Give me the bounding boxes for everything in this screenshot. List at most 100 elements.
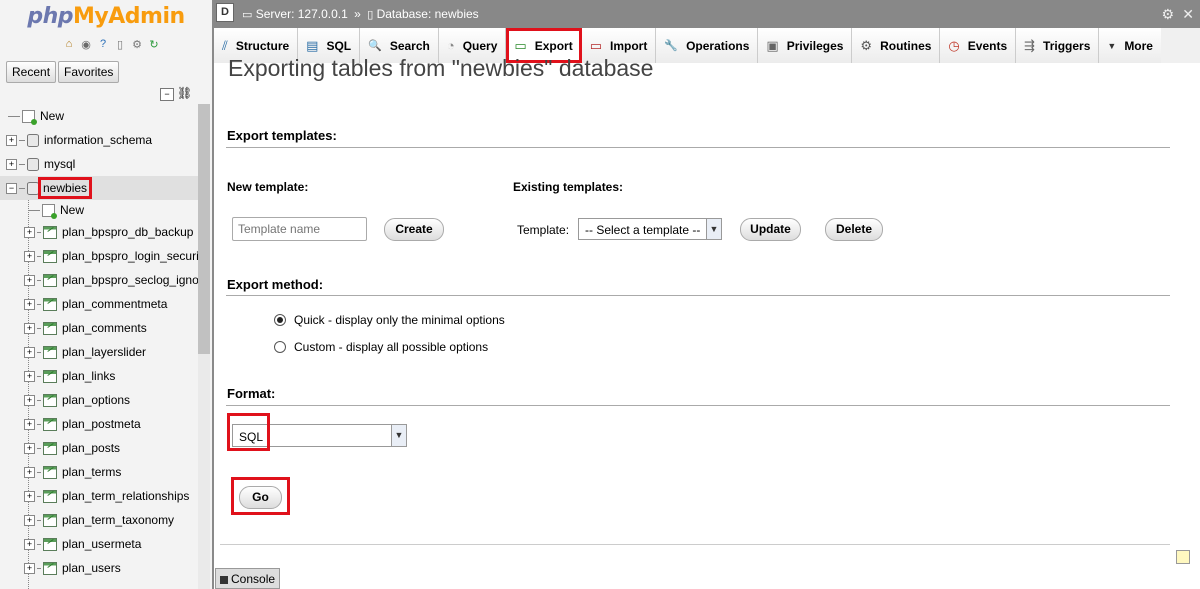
expand-icon[interactable]: +: [24, 538, 35, 550]
expand-icon[interactable]: +: [24, 370, 35, 382]
expand-icon[interactable]: +: [24, 250, 35, 262]
tree-item-table[interactable]: + plan_posts: [0, 436, 198, 460]
close-icon[interactable]: ✕: [1182, 6, 1194, 23]
settings-icon[interactable]: ⚙: [130, 37, 144, 51]
favorites-button[interactable]: Favorites: [58, 61, 120, 83]
radio-custom[interactable]: [274, 341, 286, 353]
expand-icon[interactable]: +: [24, 298, 35, 310]
collapse-sidebar-icon[interactable]: D: [216, 3, 234, 22]
chevron-down-icon: ▼: [391, 425, 406, 446]
tree-line: [37, 303, 41, 305]
home-icon[interactable]: ⌂: [62, 37, 76, 51]
tree-item-table[interactable]: + plan_bpspro_login_security: [0, 244, 198, 268]
expand-icon[interactable]: +: [24, 274, 35, 286]
help-icon[interactable]: ?: [96, 37, 110, 51]
tree-item-table[interactable]: + plan_postmeta: [0, 412, 198, 436]
template-select[interactable]: -- Select a template -- ▼: [578, 218, 722, 240]
tree-item-table[interactable]: + plan_options: [0, 388, 198, 412]
tree-item-newbies[interactable]: − newbies: [0, 176, 198, 200]
export-method-custom-option[interactable]: Custom - display all possible options: [274, 340, 488, 354]
format-highlight-box: [227, 413, 270, 451]
tree-item-mysql[interactable]: + mysql: [0, 152, 198, 176]
expand-icon[interactable]: +: [6, 134, 17, 146]
expand-icon[interactable]: +: [24, 466, 35, 478]
table-icon: [43, 513, 57, 527]
radio-quick[interactable]: [274, 314, 286, 326]
tree-line: [37, 495, 41, 497]
expand-icon[interactable]: +: [6, 158, 17, 170]
tree-item-table[interactable]: + plan_term_relationships: [0, 484, 198, 508]
tree-item-label: plan_comments: [62, 321, 147, 335]
tree-item-information-schema[interactable]: + information_schema: [0, 128, 198, 152]
tree-item-label: plan_term_taxonomy: [62, 513, 175, 527]
reload-icon[interactable]: ↻: [147, 37, 161, 51]
logout-icon[interactable]: ◉: [79, 37, 93, 51]
expand-icon[interactable]: +: [24, 322, 35, 334]
routines-icon: ⚙: [860, 37, 873, 53]
tree-item-table[interactable]: + plan_commentmeta: [0, 292, 198, 316]
export-method-quick-option[interactable]: Quick - display only the minimal options: [274, 313, 505, 327]
expand-icon[interactable]: +: [24, 442, 35, 454]
tree-line: [37, 375, 41, 377]
notepad-icon[interactable]: [1176, 550, 1190, 564]
expand-icon[interactable]: +: [24, 562, 35, 574]
sidebar-scrollbar[interactable]: [198, 104, 210, 589]
console-tab[interactable]: Console: [215, 568, 281, 589]
tree-item-table[interactable]: + plan_users: [0, 556, 198, 580]
expand-icon[interactable]: +: [24, 490, 35, 502]
expand-icon[interactable]: +: [24, 394, 35, 406]
tree-item-new-database[interactable]: New: [0, 104, 198, 128]
tree-item-label: plan_bpspro_seclog_ignore: [62, 273, 198, 287]
expand-icon[interactable]: +: [24, 418, 35, 430]
clock-icon: ◷: [948, 37, 960, 53]
tab-events[interactable]: ◷ Events: [940, 28, 1017, 63]
collapse-all-icon[interactable]: −: [160, 88, 174, 101]
radio-custom-label: Custom - display all possible options: [294, 340, 489, 354]
tree-item-table[interactable]: + plan_layerslider: [0, 340, 198, 364]
phpmyadmin-logo[interactable]: phpMyAdmin: [0, 4, 212, 29]
create-template-button[interactable]: Create: [384, 218, 444, 241]
expand-icon[interactable]: +: [24, 514, 35, 526]
tab-more[interactable]: ▼ More: [1099, 28, 1161, 63]
tree-item-table[interactable]: + plan_term_taxonomy: [0, 508, 198, 532]
new-icon: [22, 109, 37, 125]
triggers-icon: ⇶: [1024, 37, 1036, 53]
export-icon: ▭: [514, 37, 527, 53]
sidebar-scrollbar-thumb[interactable]: [198, 104, 210, 354]
go-button[interactable]: Go: [239, 486, 282, 509]
tree-item-table[interactable]: + plan_comments: [0, 316, 198, 340]
template-name-input[interactable]: [232, 217, 367, 241]
delete-template-button[interactable]: Delete: [825, 218, 883, 241]
tree-item-label: information_schema: [44, 133, 153, 147]
template-label: Template:: [517, 223, 570, 237]
tree-item-label: plan_terms: [62, 465, 122, 479]
docs-icon[interactable]: ▯: [113, 37, 127, 51]
tree-line: [37, 351, 41, 353]
table-icon: [43, 489, 57, 503]
tree-item-table[interactable]: + plan_terms: [0, 460, 198, 484]
sql-icon: ▤: [306, 37, 319, 53]
tab-operations[interactable]: 🔧 Operations: [656, 28, 759, 63]
tree-item-table[interactable]: + plan_bpspro_db_backup: [0, 220, 198, 244]
settings-icon[interactable]: ⚙: [1161, 6, 1174, 23]
tab-routines[interactable]: ⚙ Routines: [852, 28, 941, 63]
update-template-button[interactable]: Update: [740, 218, 801, 241]
tree-item-new-table[interactable]: New: [0, 200, 198, 220]
table-icon: [43, 369, 57, 383]
tab-privileges[interactable]: ▣ Privileges: [758, 28, 853, 63]
tree-item-table[interactable]: + plan_bpspro_seclog_ignore: [0, 268, 198, 292]
tree-item-label: plan_commentmeta: [62, 297, 168, 311]
tree-item-table[interactable]: + plan_links: [0, 364, 198, 388]
expand-icon[interactable]: +: [24, 226, 35, 238]
collapse-icon[interactable]: −: [6, 182, 17, 194]
import-icon: ▭: [589, 37, 603, 53]
tree-item-label: plan_layerslider: [62, 345, 147, 359]
breadcrumb-database[interactable]: Database: newbies: [377, 7, 479, 21]
breadcrumb-server[interactable]: Server: 127.0.0.1: [256, 7, 348, 21]
tree-item-label: plan_usermeta: [62, 537, 142, 551]
tab-triggers[interactable]: ⇶ Triggers: [1016, 28, 1100, 63]
link-icon[interactable]: ⛓: [177, 87, 192, 99]
recent-button[interactable]: Recent: [6, 61, 57, 83]
tree-item-table[interactable]: + plan_usermeta: [0, 532, 198, 556]
expand-icon[interactable]: +: [24, 346, 35, 358]
